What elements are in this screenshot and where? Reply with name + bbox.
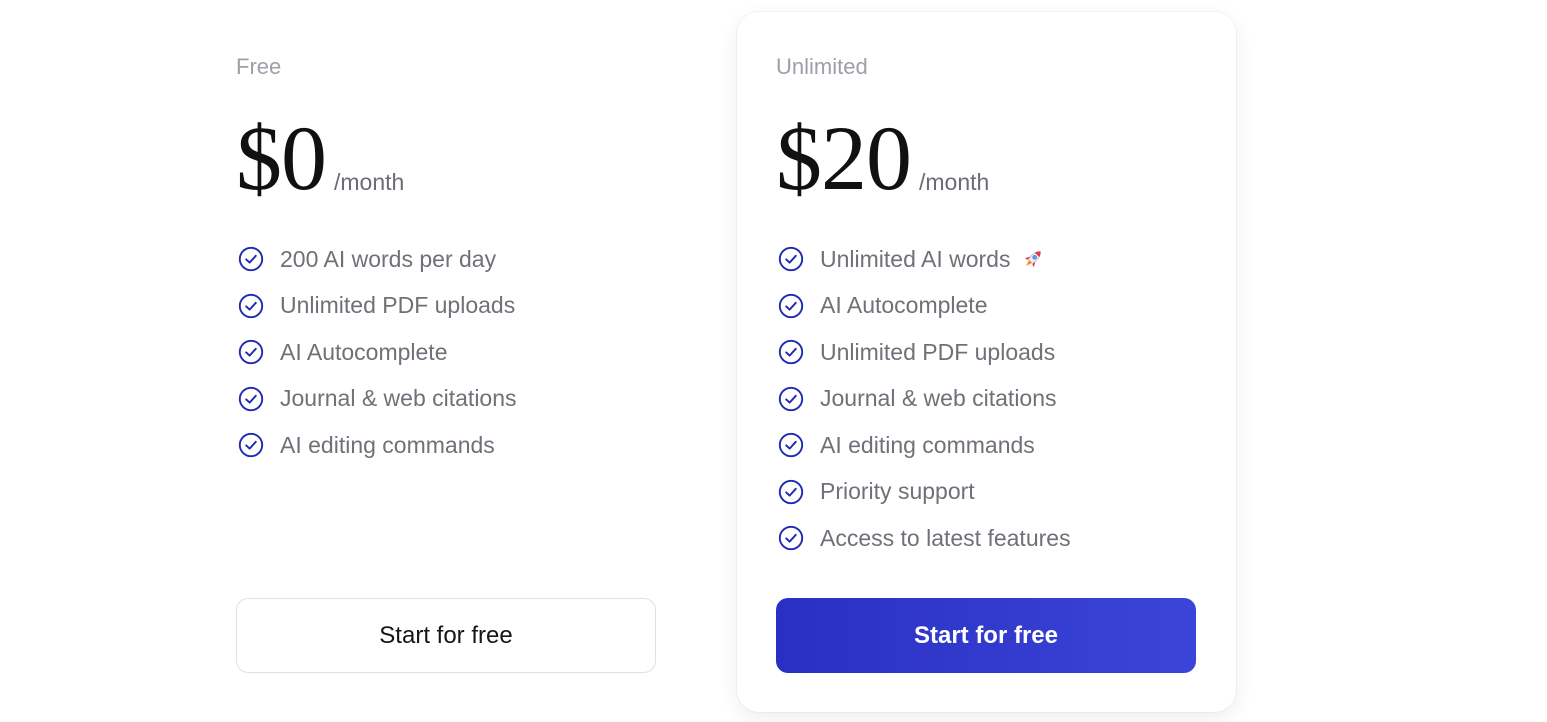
feature-item: Unlimited PDF uploads — [238, 283, 517, 330]
feature-item: AI editing commands — [778, 422, 1071, 469]
price-period: /month — [919, 169, 990, 195]
start-for-free-button[interactable]: Start for free — [776, 598, 1196, 673]
feature-item: Access to latest features — [778, 515, 1071, 562]
feature-label: Access to latest features — [820, 524, 1071, 551]
feature-item: AI Autocomplete — [238, 329, 517, 376]
feature-label: AI Autocomplete — [820, 292, 988, 319]
feature-label: Unlimited AI words — [820, 245, 1011, 272]
plan-price: $0 — [236, 107, 327, 209]
feature-item: Journal & web citations — [238, 376, 517, 423]
check-circle-icon — [778, 386, 804, 411]
feature-item: Unlimited PDF uploads — [778, 329, 1071, 376]
check-circle-icon — [238, 340, 264, 365]
plan-card-unlimited: Unlimited $20 /month Unlimited AI words — [737, 12, 1236, 712]
check-circle-icon — [778, 293, 804, 318]
feature-item: 200 AI words per day — [238, 236, 517, 283]
feature-label: AI Autocomplete — [280, 338, 448, 365]
feature-label: Journal & web citations — [820, 385, 1057, 412]
feature-item: AI Autocomplete — [778, 283, 1071, 330]
feature-list: 200 AI words per day Unlimited PDF uploa… — [238, 236, 517, 469]
feature-item: Unlimited AI words — [778, 236, 1071, 283]
check-circle-icon — [778, 479, 804, 504]
check-circle-icon — [238, 247, 264, 272]
feature-item: AI editing commands — [238, 422, 517, 469]
feature-label: AI editing commands — [280, 431, 495, 458]
check-circle-icon — [238, 433, 264, 458]
feature-label: Unlimited PDF uploads — [820, 338, 1056, 365]
check-circle-icon — [778, 340, 804, 365]
price-period: /month — [334, 169, 405, 195]
feature-item: Priority support — [778, 469, 1071, 516]
check-circle-icon — [238, 386, 264, 411]
price-row: $20 /month — [776, 104, 989, 204]
plan-name: Free — [236, 54, 282, 79]
feature-label: Priority support — [820, 478, 975, 505]
feature-label: Unlimited PDF uploads — [280, 292, 516, 319]
plan-name: Unlimited — [776, 54, 868, 79]
plan-price: $20 — [776, 107, 912, 209]
feature-label: AI editing commands — [820, 431, 1035, 458]
feature-list: Unlimited AI words AI Autocomplete Unlim… — [778, 236, 1071, 562]
check-circle-icon — [238, 293, 264, 318]
check-circle-icon — [778, 526, 804, 551]
plan-card-free: Free $0 /month 200 AI words per day Unli… — [196, 12, 695, 712]
feature-label: 200 AI words per day — [280, 245, 497, 272]
check-circle-icon — [778, 247, 804, 272]
feature-label: Journal & web citations — [280, 385, 517, 412]
feature-item: Journal & web citations — [778, 376, 1071, 423]
check-circle-icon — [778, 433, 804, 458]
rocket-icon — [1025, 251, 1042, 268]
price-row: $0 /month — [236, 104, 404, 204]
start-for-free-button[interactable]: Start for free — [236, 598, 656, 673]
